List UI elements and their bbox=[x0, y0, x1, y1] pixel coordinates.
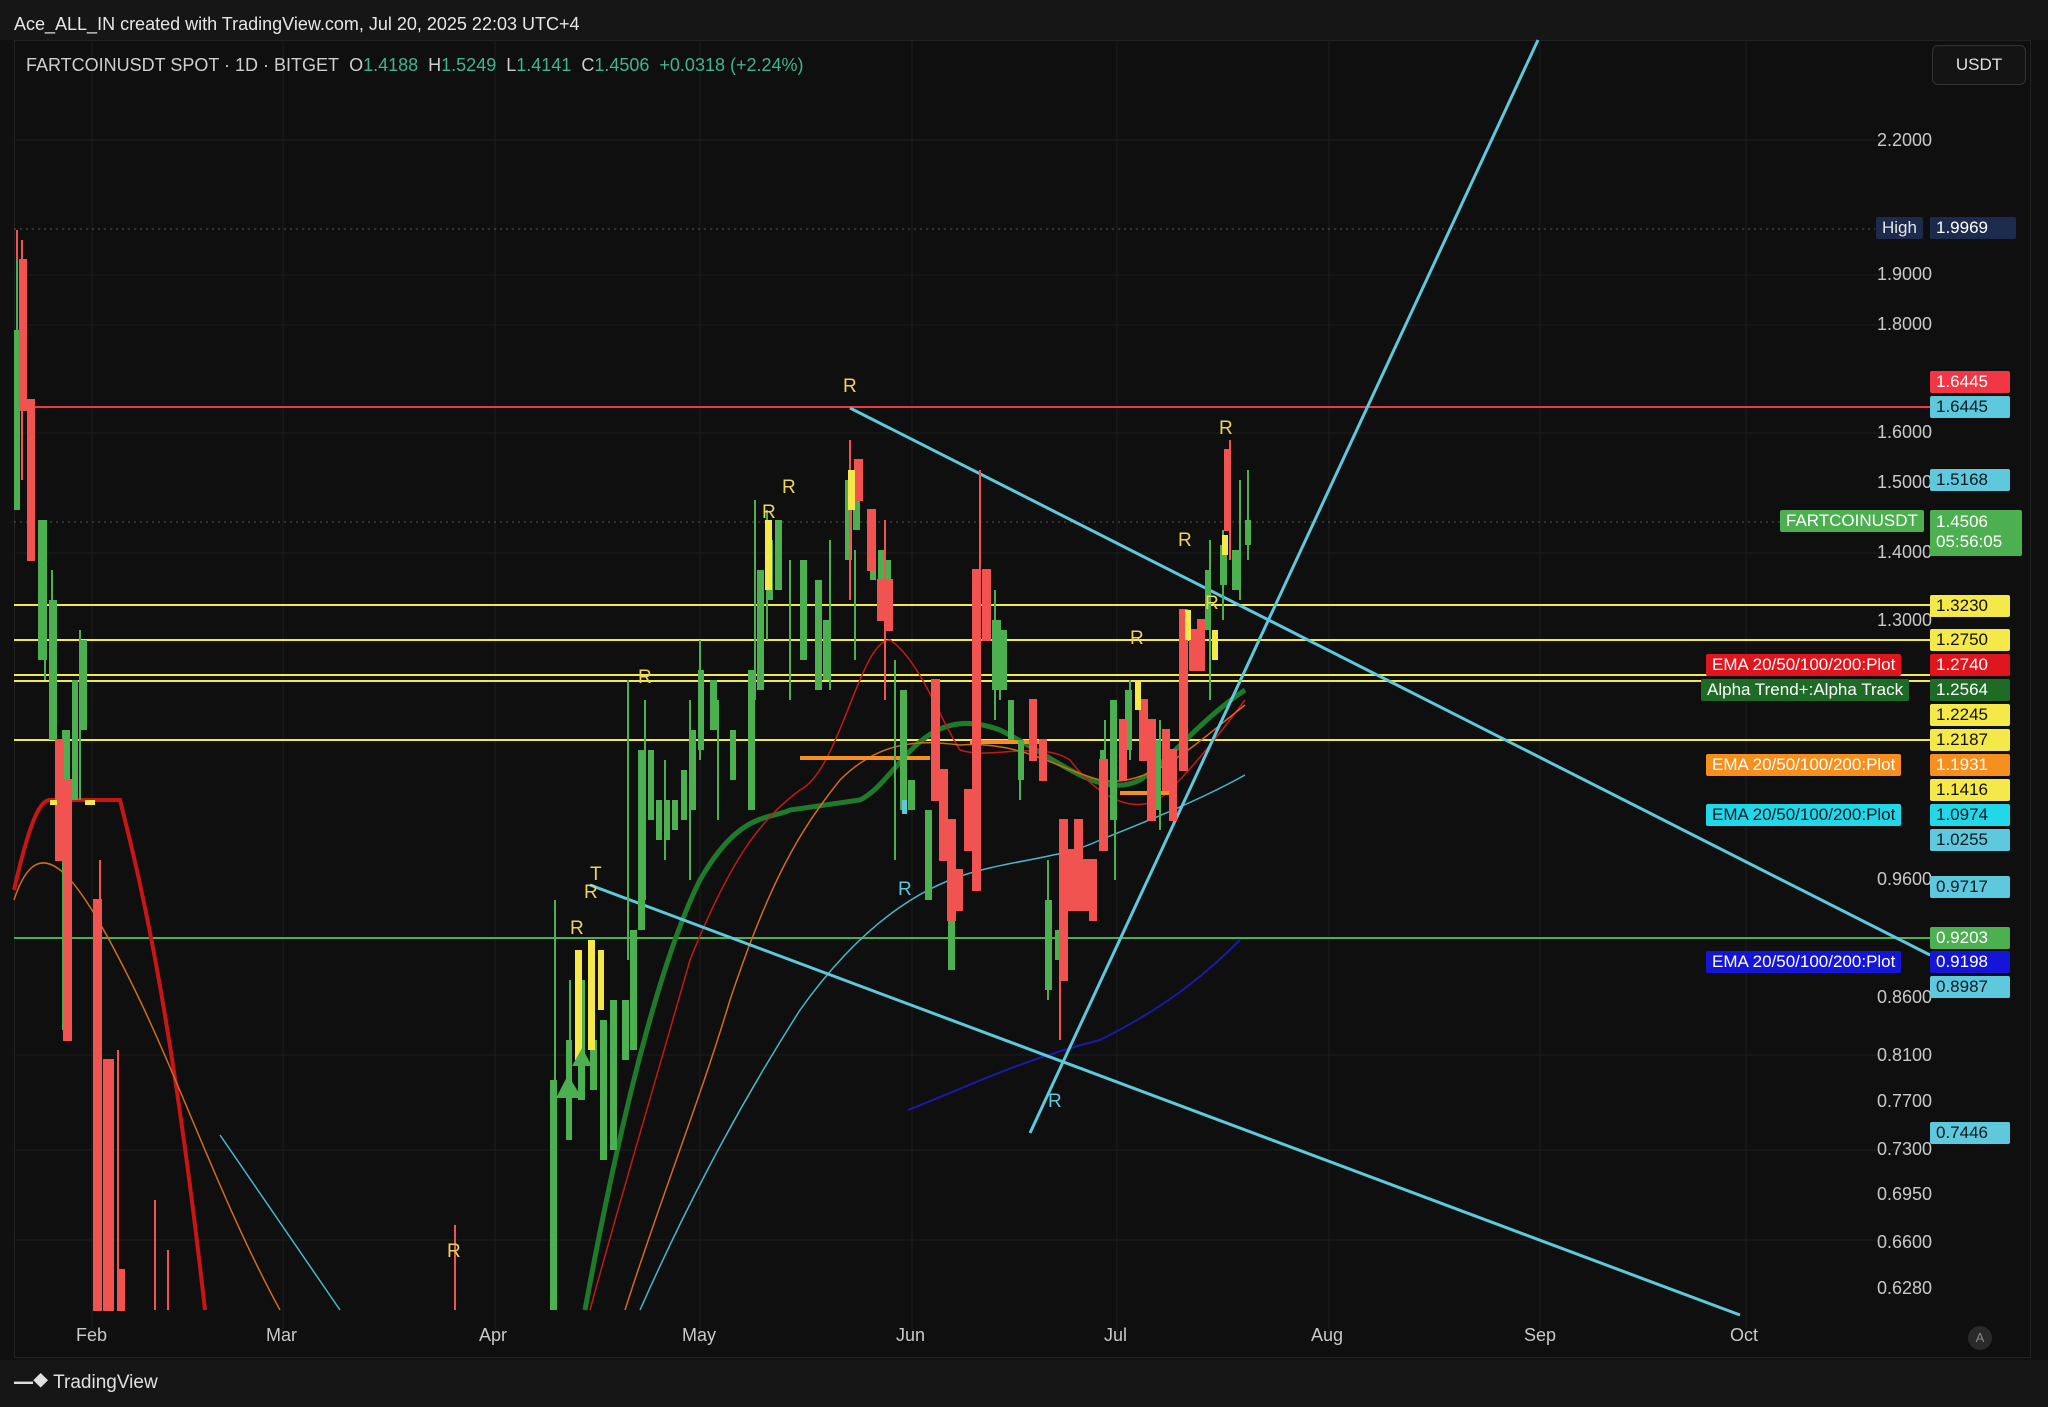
ema-orange-price-tag: 1.1931 bbox=[1930, 754, 2010, 776]
descending-trendline-lower[interactable] bbox=[589, 883, 1741, 1317]
price-tag-07446: 0.7446 bbox=[1930, 1122, 2010, 1144]
x-tick: Feb bbox=[76, 1325, 108, 1345]
price-tag-09717: 0.9717 bbox=[1930, 876, 2010, 898]
ema-blue-price-tag: 0.9198 bbox=[1930, 951, 2010, 973]
y-tick: 2.2000 bbox=[1876, 130, 1932, 150]
x-tick: Jul bbox=[1104, 1325, 1128, 1345]
y-tick: 0.7300 bbox=[1876, 1139, 1932, 1159]
ema-cyan-left-curve bbox=[219, 1134, 341, 1311]
price-tag-10255: 1.0255 bbox=[1930, 829, 2010, 851]
high-price-tag: 1.9969 bbox=[1930, 217, 2016, 239]
x-tick: Oct bbox=[1730, 1325, 1759, 1345]
ema-red-price-tag: 1.2740 bbox=[1930, 654, 2010, 676]
y-tick: 0.6950 bbox=[1876, 1184, 1932, 1204]
signal-marker: R bbox=[1205, 593, 1219, 614]
high-value: 1.5249 bbox=[441, 55, 497, 75]
ascending-trendline[interactable] bbox=[1028, 39, 1540, 1134]
ema-cyan-price-tag: 1.0974 bbox=[1930, 804, 2010, 826]
x-tick: May bbox=[682, 1325, 717, 1345]
x-tick: Sep bbox=[1524, 1325, 1557, 1345]
footer: ―⯁ TradingView bbox=[0, 1360, 2048, 1407]
auto-scale-button[interactable]: A bbox=[1968, 1326, 1992, 1350]
y-tick: 0.7700 bbox=[1876, 1091, 1932, 1111]
tradingview-brand: TradingView bbox=[53, 1372, 158, 1393]
signal-marker: R bbox=[782, 477, 796, 498]
ema-blue-label: EMA 20/50/100/200:Plot bbox=[1706, 951, 1902, 973]
price-tag-09203: 0.9203 bbox=[1930, 927, 2010, 949]
alpha-trend-label: Alpha Trend+:Alpha Track bbox=[1701, 679, 1910, 701]
high-label: High bbox=[1876, 217, 1923, 239]
signal-marker: R bbox=[762, 502, 776, 523]
price-tag-12187: 1.2187 bbox=[1930, 729, 2010, 751]
signal-marker: R bbox=[898, 879, 912, 900]
tradingview-logo[interactable]: ―⯁ TradingView bbox=[14, 1371, 158, 1394]
signal-marker: R bbox=[1048, 1091, 1062, 1112]
y-tick: 0.9600 bbox=[1876, 869, 1932, 889]
candles bbox=[14, 230, 1251, 1311]
open-value: 1.4188 bbox=[363, 55, 419, 75]
x-tick: Apr bbox=[479, 1325, 508, 1345]
price-tag-15168: 1.5168 bbox=[1930, 469, 2010, 491]
symbol-label: FARTCOINUSDT bbox=[1780, 510, 1924, 532]
y-tick: 0.6280 bbox=[1876, 1278, 1932, 1298]
y-tick: 0.8100 bbox=[1876, 1045, 1932, 1065]
signal-marker: R bbox=[584, 882, 598, 903]
low-value: 1.4141 bbox=[516, 55, 572, 75]
price-tag-12750: 1.2750 bbox=[1930, 629, 2010, 651]
last-price-tag: 1.4506 05:56:05 bbox=[1930, 510, 2022, 556]
x-tick: Mar bbox=[266, 1325, 297, 1345]
ema-blue-curve bbox=[907, 939, 1241, 1111]
resistance-price-tag: 1.6445 bbox=[1930, 371, 2010, 393]
price-tag-13230: 1.3230 bbox=[1930, 595, 2010, 617]
y-tick: 1.5000 bbox=[1876, 472, 1932, 492]
y-tick: 1.4000 bbox=[1876, 542, 1932, 562]
chart-canvas[interactable] bbox=[0, 0, 2048, 1407]
y-tick: 1.6000 bbox=[1876, 422, 1932, 442]
x-tick: Aug bbox=[1311, 1325, 1344, 1345]
tradingview-logo-icon: ―⯁ bbox=[14, 1371, 49, 1393]
ema-orange-label: EMA 20/50/100/200:Plot bbox=[1706, 754, 1902, 776]
y-tick: 1.8000 bbox=[1876, 314, 1932, 334]
change-value: +0.0318 (+2.24%) bbox=[659, 55, 804, 75]
price-tag-11416: 1.1416 bbox=[1930, 779, 2010, 801]
signal-marker: R bbox=[843, 376, 857, 397]
signal-marker: R bbox=[1219, 418, 1233, 439]
ema-orange-left-curve bbox=[13, 862, 281, 1311]
currency-button[interactable]: USDT bbox=[1932, 45, 2026, 85]
x-tick: Jun bbox=[896, 1325, 926, 1345]
signal-marker: R bbox=[570, 918, 584, 939]
signal-marker: R bbox=[1130, 628, 1144, 649]
price-tag-12245: 1.2245 bbox=[1930, 704, 2010, 726]
y-tick: 0.8600 bbox=[1876, 987, 1932, 1007]
signal-marker: R bbox=[447, 1241, 461, 1262]
signal-marker: R bbox=[638, 667, 652, 688]
last-price-value: 1.4506 bbox=[1936, 512, 1988, 531]
symbol-info[interactable]: FARTCOINUSDT SPOT · 1D · BITGET bbox=[26, 55, 339, 75]
trendline-price-tag: 1.6445 bbox=[1930, 396, 2010, 418]
ema-cyan-label: EMA 20/50/100/200:Plot bbox=[1706, 804, 1902, 826]
price-tag-08987: 0.8987 bbox=[1930, 976, 2010, 998]
y-tick: 1.3000 bbox=[1876, 610, 1932, 630]
y-tick: 0.6600 bbox=[1876, 1232, 1932, 1252]
ohlc-legend: FARTCOINUSDT SPOT · 1D · BITGET O1.4188 … bbox=[26, 55, 804, 75]
signal-marker: R bbox=[1178, 530, 1192, 551]
close-value: 1.4506 bbox=[594, 55, 650, 75]
ema-red-label: EMA 20/50/100/200:Plot bbox=[1706, 654, 1902, 676]
y-tick: 1.9000 bbox=[1876, 264, 1932, 284]
countdown-value: 05:56:05 bbox=[1936, 532, 2003, 551]
alpha-trend-price-tag: 1.2564 bbox=[1930, 679, 2010, 701]
